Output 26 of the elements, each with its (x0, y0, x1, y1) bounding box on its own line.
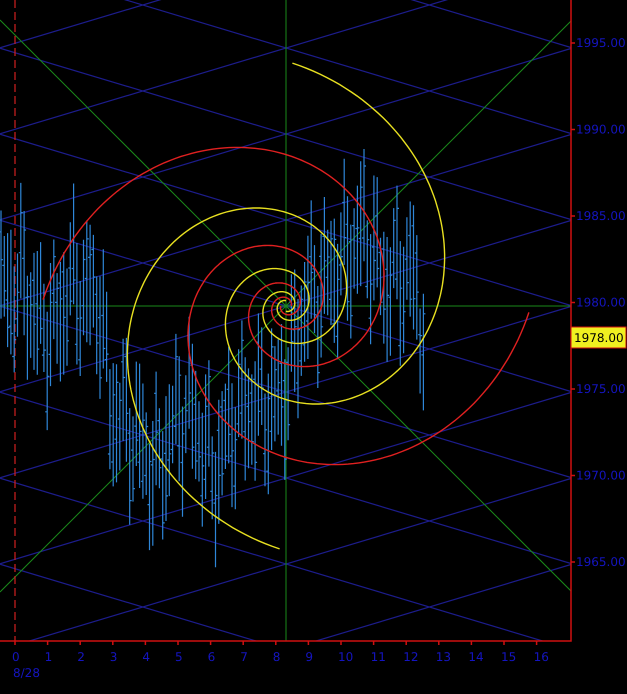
time-axis-label: 3 (110, 650, 118, 664)
time-axis-label: 9 (305, 650, 314, 664)
time-axis-label: 16 (534, 650, 549, 664)
current-price-tag: 1978.00 (570, 326, 626, 348)
time-axis-label: 2 (77, 650, 85, 664)
time-axis-label: 1 (44, 650, 52, 664)
date-label: 8/28 (13, 666, 40, 680)
time-axis-label: 4 (142, 650, 150, 664)
time-axis-label: 11 (370, 650, 386, 664)
price-axis-label: 1965.00 (576, 555, 626, 569)
price-axis-label: 1970.00 (576, 468, 626, 482)
price-axis-label: 1985.00 (576, 209, 626, 223)
time-axis-label: 12 (403, 650, 418, 664)
time-axis-label: 15 (501, 650, 516, 664)
time-axis-label: 6 (208, 650, 216, 664)
time-axis-label: 0 (12, 650, 20, 664)
price-axis-label: 1975.00 (576, 382, 626, 396)
time-axis-label: 7 (240, 650, 248, 664)
price-axis-label: 1980.00 (576, 296, 626, 310)
time-axis-label: 13 (436, 650, 452, 664)
price-axis-label: 1990.00 (576, 122, 626, 136)
time-axis-label: 5 (175, 650, 183, 664)
time-axis-label: 14 (468, 650, 484, 664)
time-axis-label: 10 (338, 650, 354, 664)
price-axis-label: 1995.00 (576, 36, 626, 50)
time-axis-label: 8 (272, 650, 280, 664)
